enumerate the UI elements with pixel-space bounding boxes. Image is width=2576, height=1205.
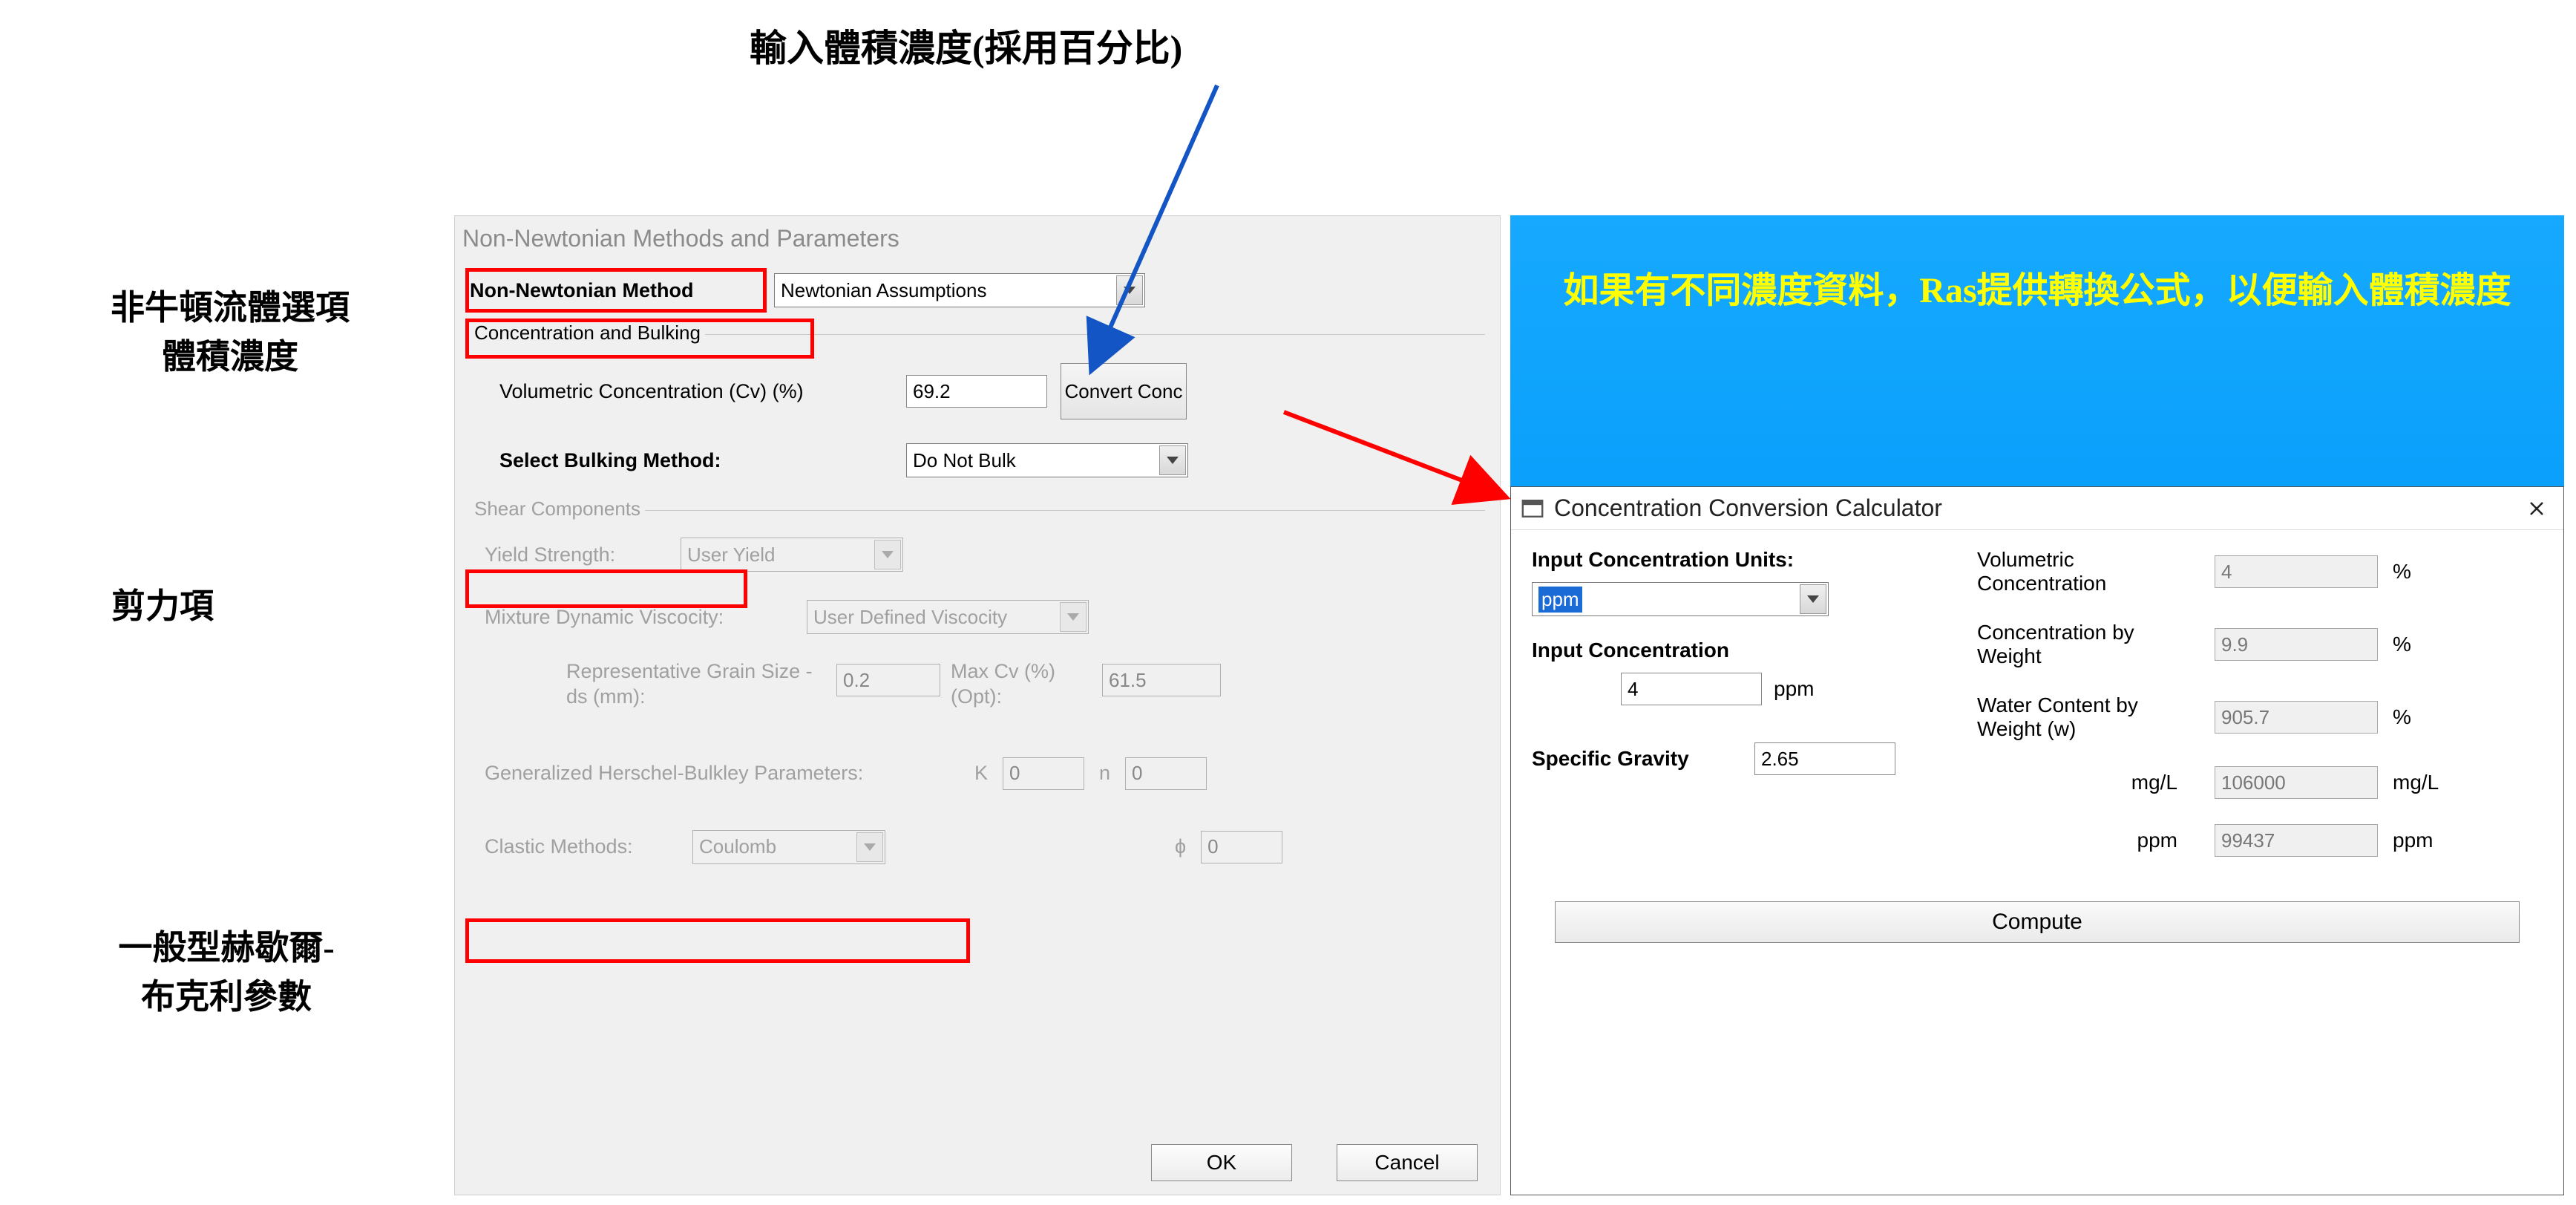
yield-label: Yield Strength: — [485, 543, 670, 566]
method-value: Newtonian Assumptions — [781, 279, 986, 302]
annotation-shear: 剪力項 — [111, 579, 214, 628]
n-input — [1125, 757, 1207, 790]
ccc-dialog: Concentration Conversion Calculator Inpu… — [1510, 486, 2564, 1195]
ccc-title: Concentration Conversion Calculator — [1554, 494, 2520, 522]
clastic-label: Clastic Methods: — [485, 835, 678, 858]
unit-percent: % — [2393, 705, 2437, 729]
convert-conc-button[interactable]: Convert Conc — [1061, 363, 1187, 419]
yield-select: User Yield — [681, 538, 903, 572]
cw-label: Concentration by Weight — [1977, 621, 2200, 668]
ok-button[interactable]: OK — [1151, 1144, 1292, 1181]
ccc-titlebar: Concentration Conversion Calculator — [1511, 487, 2563, 530]
cancel-button[interactable]: Cancel — [1337, 1144, 1478, 1181]
visc-select: User Defined Viscocity — [807, 600, 1089, 634]
ppm-output — [2215, 824, 2378, 857]
dialog-title: Non-Newtonian Methods and Parameters — [455, 216, 1500, 266]
dropdown-arrow-icon — [1116, 275, 1143, 305]
main-dialog: Non-Newtonian Methods and Parameters Non… — [454, 215, 1501, 1195]
phi-input — [1201, 831, 1282, 863]
sg-label: Specific Gravity — [1532, 747, 1740, 771]
input-units-label: Input Concentration Units: — [1532, 548, 1947, 572]
cw-output — [2215, 628, 2378, 661]
dropdown-arrow-icon — [874, 540, 901, 569]
maxcv-label: Max Cv (%) (Opt): — [951, 659, 1092, 710]
section-shear-legend: Shear Components — [470, 497, 645, 520]
n-label: n — [1099, 762, 1110, 785]
visc-value: User Defined Viscocity — [813, 606, 1007, 629]
cv-label: Volumetric Concentration (Cv) (%) — [499, 380, 893, 403]
input-conc-label: Input Concentration — [1532, 639, 1947, 662]
method-select[interactable]: Newtonian Assumptions — [774, 273, 1145, 307]
input-conc-unit: ppm — [1774, 677, 1814, 701]
compute-button[interactable]: Compute — [1555, 901, 2520, 943]
clastic-select: Coulomb — [692, 830, 885, 864]
unit-percent: % — [2393, 633, 2437, 656]
bulking-label: Select Bulking Method: — [499, 449, 893, 472]
section-conc-legend: Concentration and Bulking — [470, 321, 705, 344]
hb-label: Generalized Herschel-Bulkley Parameters: — [485, 762, 960, 785]
annotation-line: 布克利參數 — [15, 970, 438, 1019]
yield-value: User Yield — [687, 543, 776, 566]
method-label: Non-Newtonian Method — [470, 279, 759, 302]
annotation-nonNewton: 非牛頓流體選項 體積濃度 — [22, 281, 438, 379]
grain-label: Representative Grain Size - ds (mm): — [566, 659, 826, 710]
k-label: K — [974, 762, 988, 785]
unit-mgl: mg/L — [2393, 771, 2437, 794]
dropdown-arrow-icon — [1159, 445, 1186, 475]
mgl-output — [2215, 766, 2378, 799]
k-input — [1003, 757, 1084, 790]
clastic-value: Coulomb — [699, 835, 776, 858]
visc-label: Mixture Dynamic Viscocity: — [485, 606, 796, 629]
annotation-line: 一般型赫歇爾- — [15, 921, 438, 970]
input-units-value: ppm — [1538, 587, 1582, 613]
bulking-value: Do Not Bulk — [913, 449, 1016, 472]
blue-info-panel: 如果有不同濃度資料，Ras提供轉換公式，以便輸入體積濃度 — [1510, 215, 2564, 486]
close-icon — [2528, 500, 2546, 517]
cv-input[interactable] — [906, 375, 1047, 408]
mgl-label: mg/L — [1977, 771, 2200, 794]
grain-input — [836, 664, 940, 696]
redbox-hb — [465, 918, 970, 963]
blue-info-text: 如果有不同濃度資料，Ras提供轉換公式，以便輸入體積濃度 — [1510, 215, 2564, 316]
wcw-output — [2215, 701, 2378, 734]
ppm-label: ppm — [1977, 829, 2200, 852]
sg-input[interactable] — [1754, 742, 1895, 775]
annotation-line: 非牛頓流體選項 — [22, 281, 438, 330]
vol-conc-output — [2215, 555, 2378, 588]
unit-percent: % — [2393, 560, 2437, 584]
input-conc-input[interactable] — [1621, 673, 1762, 705]
dropdown-arrow-icon — [1060, 602, 1087, 632]
dropdown-arrow-icon — [1800, 584, 1826, 614]
annotation-line: 體積濃度 — [22, 330, 438, 379]
vol-conc-label: Volumetric Concentration — [1977, 548, 2200, 595]
unit-ppm: ppm — [2393, 829, 2437, 852]
window-icon — [1521, 500, 1544, 517]
dropdown-arrow-icon — [856, 832, 883, 862]
maxcv-input — [1102, 664, 1221, 696]
annotation-top: 輸入體積濃度(採用百分比) — [750, 19, 1182, 72]
annotation-hb: 一般型赫歇爾- 布克利參數 — [15, 921, 438, 1019]
close-button[interactable] — [2520, 492, 2553, 525]
wcw-label: Water Content by Weight (w) — [1977, 693, 2200, 741]
bulking-select[interactable]: Do Not Bulk — [906, 443, 1188, 477]
phi-label: ϕ — [1175, 835, 1186, 858]
input-units-select[interactable]: ppm — [1532, 582, 1829, 616]
